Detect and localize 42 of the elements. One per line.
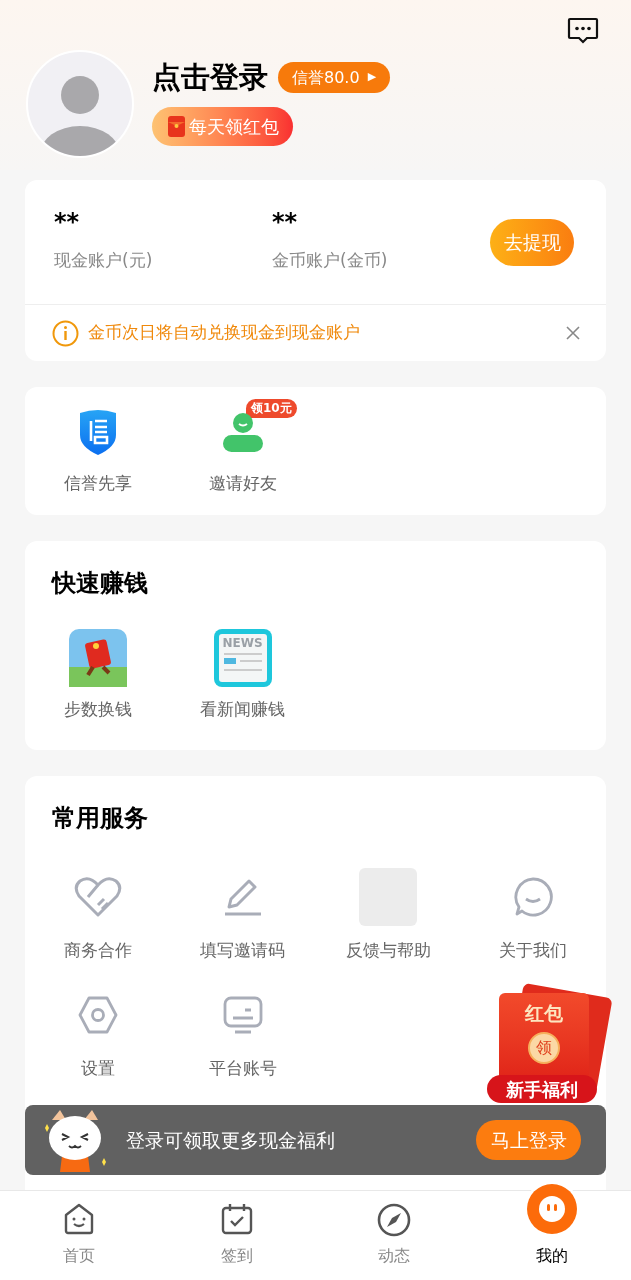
settings-icon xyxy=(77,995,118,1034)
section-title: 快速赚钱 xyxy=(50,571,149,595)
earn-item[interactable]: NEWS 看新闻赚钱 xyxy=(170,629,315,723)
service-item[interactable]: 商务合作 xyxy=(25,868,171,964)
nav-tab[interactable]: 动态 xyxy=(315,1191,474,1280)
compass-icon xyxy=(377,1203,412,1237)
envelope-icon xyxy=(168,116,185,137)
shield-icon xyxy=(77,409,118,455)
shortcut-item[interactable]: 信誉先享 xyxy=(25,387,170,507)
service-item[interactable]: 关于我们 xyxy=(460,868,606,964)
service-item[interactable]: 设置 xyxy=(25,985,171,1081)
cat-mascot-drawing xyxy=(42,1108,108,1172)
service-item[interactable]: 填写邀请码 xyxy=(170,868,316,964)
calendar-check-icon xyxy=(220,1203,253,1235)
nav-tab[interactable]: 签到 xyxy=(157,1191,316,1280)
nav-tab[interactable]: 我的 xyxy=(473,1177,631,1280)
balance-value: ** xyxy=(272,210,298,235)
monitor-icon xyxy=(222,995,263,1034)
banner-text: 登录可领取更多现金福利 xyxy=(126,1127,336,1153)
info-icon xyxy=(52,319,79,347)
close-icon[interactable] xyxy=(566,326,580,340)
service-item[interactable]: 反馈与帮助 xyxy=(315,868,461,964)
balance-value: ** xyxy=(54,210,80,235)
service-item[interactable]: 平台账号 xyxy=(170,985,316,1081)
newspaper-icon: NEWS xyxy=(213,629,272,687)
login-link[interactable]: 点击登录 xyxy=(152,63,268,92)
earn-item[interactable]: 步数换钱 xyxy=(25,629,170,723)
balance-label: 金币账户(金币) xyxy=(272,249,388,273)
avatar-placeholder[interactable] xyxy=(26,50,134,158)
chat-bubble-icon xyxy=(513,877,554,917)
home-icon xyxy=(62,1203,95,1235)
envelope-walking-icon xyxy=(68,629,127,687)
balance-label: 现金账户(元) xyxy=(54,249,153,273)
pencil-icon xyxy=(222,877,263,917)
shortcut-item[interactable]: 领10元 邀请好友 xyxy=(170,387,315,507)
notice-text: 金币次日将自动兑换现金到现金账户 xyxy=(88,321,361,345)
handshake-heart-icon xyxy=(73,875,122,919)
person-icon xyxy=(222,412,263,452)
section-title: 常用服务 xyxy=(51,806,149,830)
message-icon[interactable] xyxy=(567,17,599,45)
nav-tab[interactable]: 首页 xyxy=(0,1191,158,1280)
reward-badge: 领10元 xyxy=(246,399,297,418)
